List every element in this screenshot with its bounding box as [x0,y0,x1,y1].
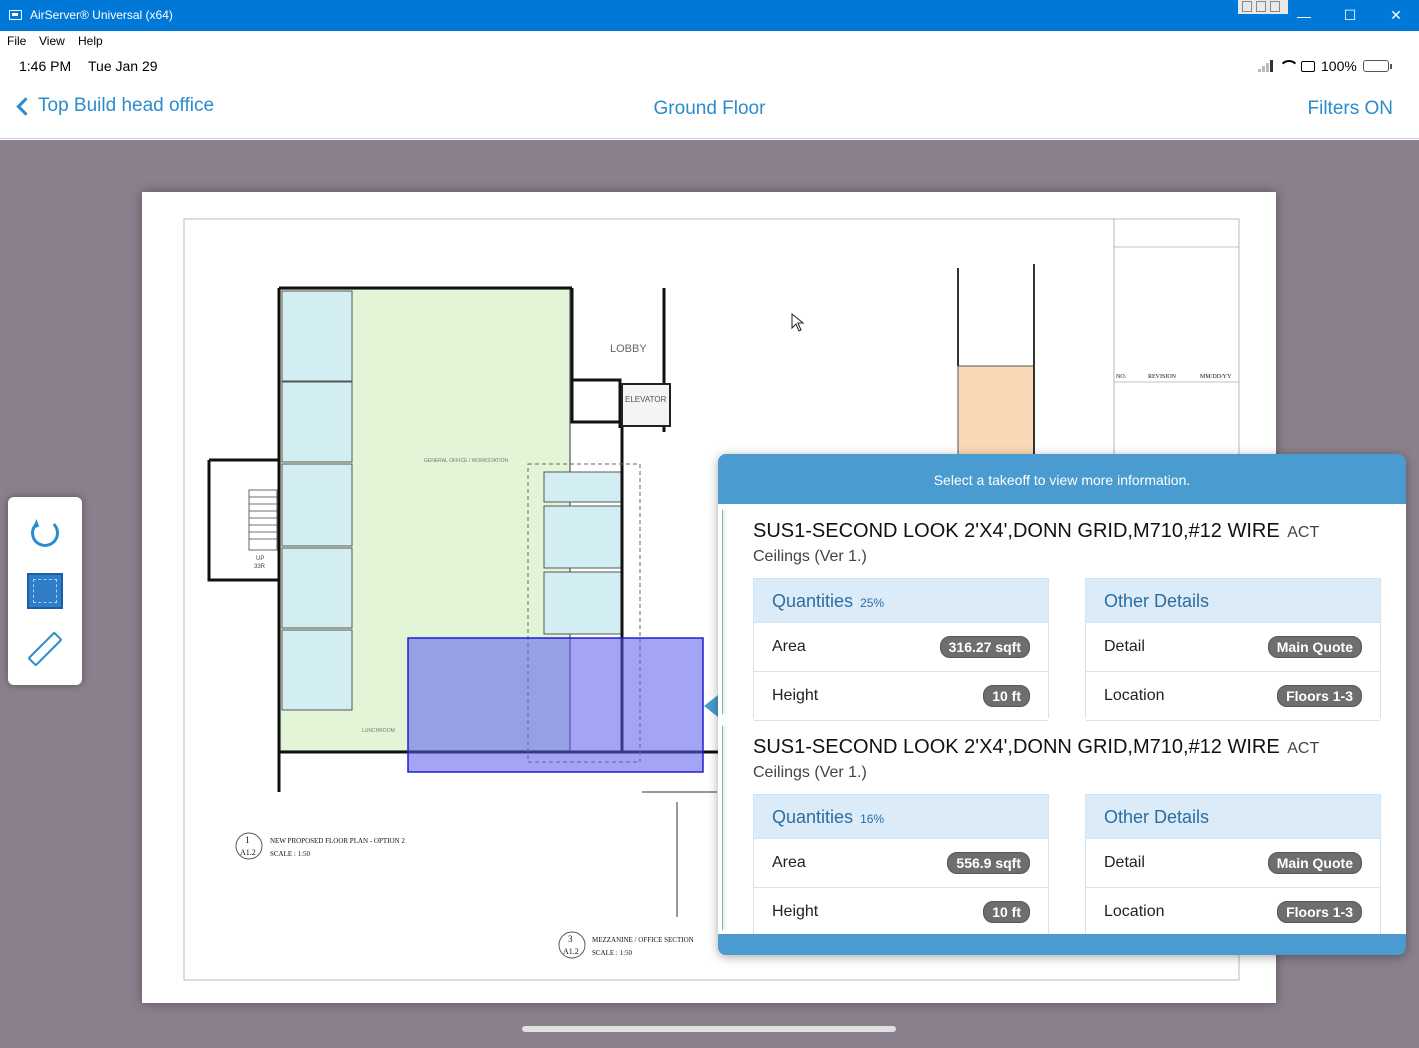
stair-up-label: UP [256,556,264,562]
area-row: Area 556.9 sqft [754,839,1048,888]
status-time: 1:46 PM [19,58,72,74]
location-value-badge: Floors 1-3 [1277,901,1362,923]
selected-takeoff-area[interactable] [407,637,704,773]
takeoff-type: ACT [1287,524,1320,541]
screen-mirroring-icon [1301,60,1315,72]
menu-help[interactable]: Help [78,34,103,48]
quantities-header: Quantities 25% [754,579,1048,623]
location-value-badge: Floors 1-3 [1277,685,1362,707]
maximize-button[interactable]: ☐ [1327,0,1373,31]
minimize-button[interactable]: — [1281,0,1327,31]
area-value-badge: 316.27 sqft [939,636,1030,658]
takeoff-card-rail [722,510,726,714]
refresh-icon [31,519,59,547]
detail-row: Detail Main Quote [1086,839,1380,888]
takeoff-name: SUS1-SECOND LOOK 2'X4',DONN GRID,M710,#1… [753,736,1320,758]
other-details-panel: Other Details Detail Main Quote Location F… [1085,794,1381,934]
menu-bar: File View Help [0,31,1419,51]
quantities-percent: 16% [860,812,885,826]
takeoff-info-popover: Select a takeoff to view more informatio… [718,454,1406,955]
height-value-badge: 10 ft [983,685,1030,707]
other-details-header: Other Details [1086,795,1380,839]
takeoff-type: ACT [1287,740,1320,757]
plan-scale: SCALE : 1:50 [270,850,311,858]
area-takeoff-icon [27,573,63,609]
takeoff-category: Ceilings (Ver 1.) [753,548,867,565]
location-row: Location Floors 1-3 [1086,672,1380,721]
detail-value-badge: Main Quote [1267,852,1362,874]
navigation-bar: Top Build head office Ground Floor Filte… [0,81,1419,139]
popover-hint: Select a takeoff to view more informatio… [933,472,1191,488]
lunchroom-label: LUNCHROOM [362,728,395,734]
height-row: Height 10 ft [754,672,1048,721]
quantities-panel: Quantities 25% Area 316.27 sqft Height 10 … [753,578,1049,721]
menu-view[interactable]: View [39,34,65,48]
section-sheet: A1.2 [563,947,579,956]
battery-percent: 100% [1321,58,1357,74]
battery-icon [1362,60,1392,72]
revision-col-date: MM/DD/YY [1200,374,1232,380]
ios-status-bar: 1:46 PM Tue Jan 29 100% [0,51,1419,81]
quantities-panel: Quantities 16% Area 556.9 sqft Height 10 f… [753,794,1049,934]
stair-riser-count: 33R [254,564,266,570]
general-office-label: GENERAL OFFICE / WORKSTATION [424,458,508,464]
refresh-button[interactable] [25,513,65,553]
plan-title: NEW PROPOSED FLOOR PLAN - OPTION 2 [270,837,405,845]
height-row: Height 10 ft [754,888,1048,934]
plan-sheet: A1.2 [240,848,256,857]
section-number: 3 [568,934,573,944]
cellular-signal-icon [1258,60,1273,72]
quantities-header: Quantities 16% [754,795,1048,839]
other-details-panel: Other Details Detail Main Quote Location F… [1085,578,1381,721]
menu-file[interactable]: File [7,34,26,48]
elevator-label: ELEVATOR [625,395,667,404]
popover-arrow [704,695,718,717]
window-title: AirServer® Universal (x64) [30,8,173,22]
filters-button[interactable]: Filters ON [1308,98,1394,120]
bottom-strip [0,1040,1419,1048]
takeoff-category: Ceilings (Ver 1.) [753,764,867,781]
area-value-badge: 556.9 sqft [947,852,1030,874]
airserver-app-icon [9,10,22,20]
lobby-label: LOBBY [610,343,647,355]
height-value-badge: 10 ft [983,901,1030,923]
revision-col-revision: REVISION [1148,374,1177,380]
wifi-icon [1279,60,1299,72]
page-title: Ground Floor [653,98,766,119]
takeoff-name: SUS1-SECOND LOOK 2'X4',DONN GRID,M710,#1… [753,520,1320,542]
area-row: Area 316.27 sqft [754,623,1048,672]
takeoff-card-rail [722,726,726,930]
area-takeoff-button[interactable] [25,571,65,611]
takeoff-card[interactable]: SUS1-SECOND LOOK 2'X4',DONN GRID,M710,#1… [718,504,1406,721]
quantities-percent: 25% [860,596,885,610]
plan-number: 1 [245,835,250,845]
ruler-icon [27,631,63,667]
other-details-header: Other Details [1086,579,1380,623]
home-indicator[interactable] [522,1026,896,1032]
detail-row: Detail Main Quote [1086,623,1380,672]
takeoff-list[interactable]: SUS1-SECOND LOOK 2'X4',DONN GRID,M710,#1… [718,504,1406,934]
takeoff-card[interactable]: SUS1-SECOND LOOK 2'X4',DONN GRID,M710,#1… [718,720,1406,934]
detail-value-badge: Main Quote [1267,636,1362,658]
section-title: MEZZANINE / OFFICE SECTION [592,936,694,944]
tool-palette [8,497,82,685]
mouse-cursor-icon [791,313,805,332]
revision-col-no: NO. [1116,374,1127,380]
status-date: Tue Jan 29 [88,58,158,74]
close-button[interactable]: ✕ [1373,0,1419,31]
section-scale: SCALE : 1:50 [592,949,633,957]
status-indicators: 100% [1258,58,1392,74]
measure-button[interactable] [25,629,65,669]
window-titlebar: AirServer® Universal (x64) — ☐ ✕ [0,0,1419,31]
location-row: Location Floors 1-3 [1086,888,1380,934]
